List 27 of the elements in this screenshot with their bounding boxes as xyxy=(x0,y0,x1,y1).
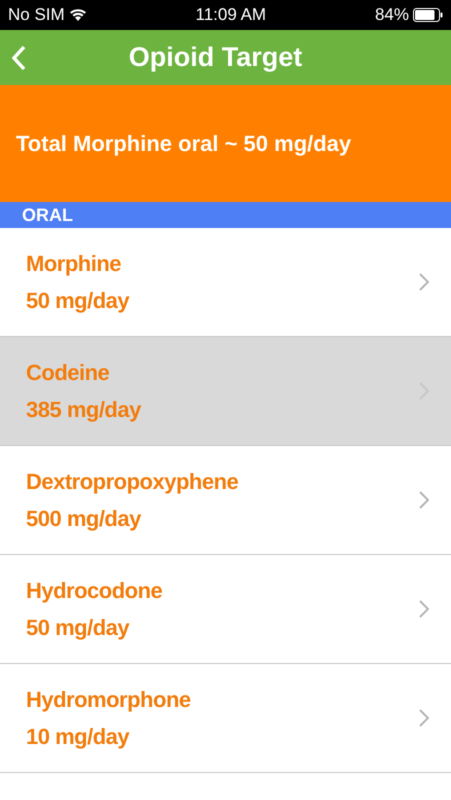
time-label: 11:09 AM xyxy=(196,4,266,26)
drug-list-item[interactable]: Hydromorphone 10 mg/day xyxy=(0,664,451,773)
drug-list-item[interactable]: Codeine 385 mg/day xyxy=(0,337,451,446)
drug-name: Hydrocodone xyxy=(26,577,162,605)
drug-dose: 385 mg/day xyxy=(26,396,141,424)
drug-name: Dextropropoxyphene xyxy=(26,468,238,496)
drug-dose: 50 mg/day xyxy=(26,614,130,642)
wifi-icon xyxy=(68,8,87,22)
carrier-label: No SIM xyxy=(8,4,65,26)
drug-name: Morphine xyxy=(26,250,122,278)
section-header: ORAL xyxy=(0,202,451,228)
drug-name: Hydromorphone xyxy=(26,686,191,714)
battery-icon xyxy=(412,8,443,22)
screen-title: Opioid Target xyxy=(128,42,302,72)
drug-dose: 10 mg/day xyxy=(26,723,130,751)
drug-list-item[interactable]: Dextropropoxyphene 500 mg/day xyxy=(0,446,451,555)
total-dose-text: Total Morphine oral ~ 50 mg/day xyxy=(16,130,352,158)
chevron-icon xyxy=(419,273,429,291)
battery-label: 84% xyxy=(374,4,409,26)
chevron-icon xyxy=(419,600,429,618)
drug-name: Codeine xyxy=(26,359,110,387)
back-icon xyxy=(12,44,26,70)
chevron-icon xyxy=(419,491,429,509)
drug-list-item[interactable]: Hydrocodone 50 mg/day xyxy=(0,555,451,664)
chevron-icon xyxy=(419,709,429,727)
drug-dose: 50 mg/day xyxy=(26,287,130,315)
drug-dose: 500 mg/day xyxy=(26,505,142,533)
